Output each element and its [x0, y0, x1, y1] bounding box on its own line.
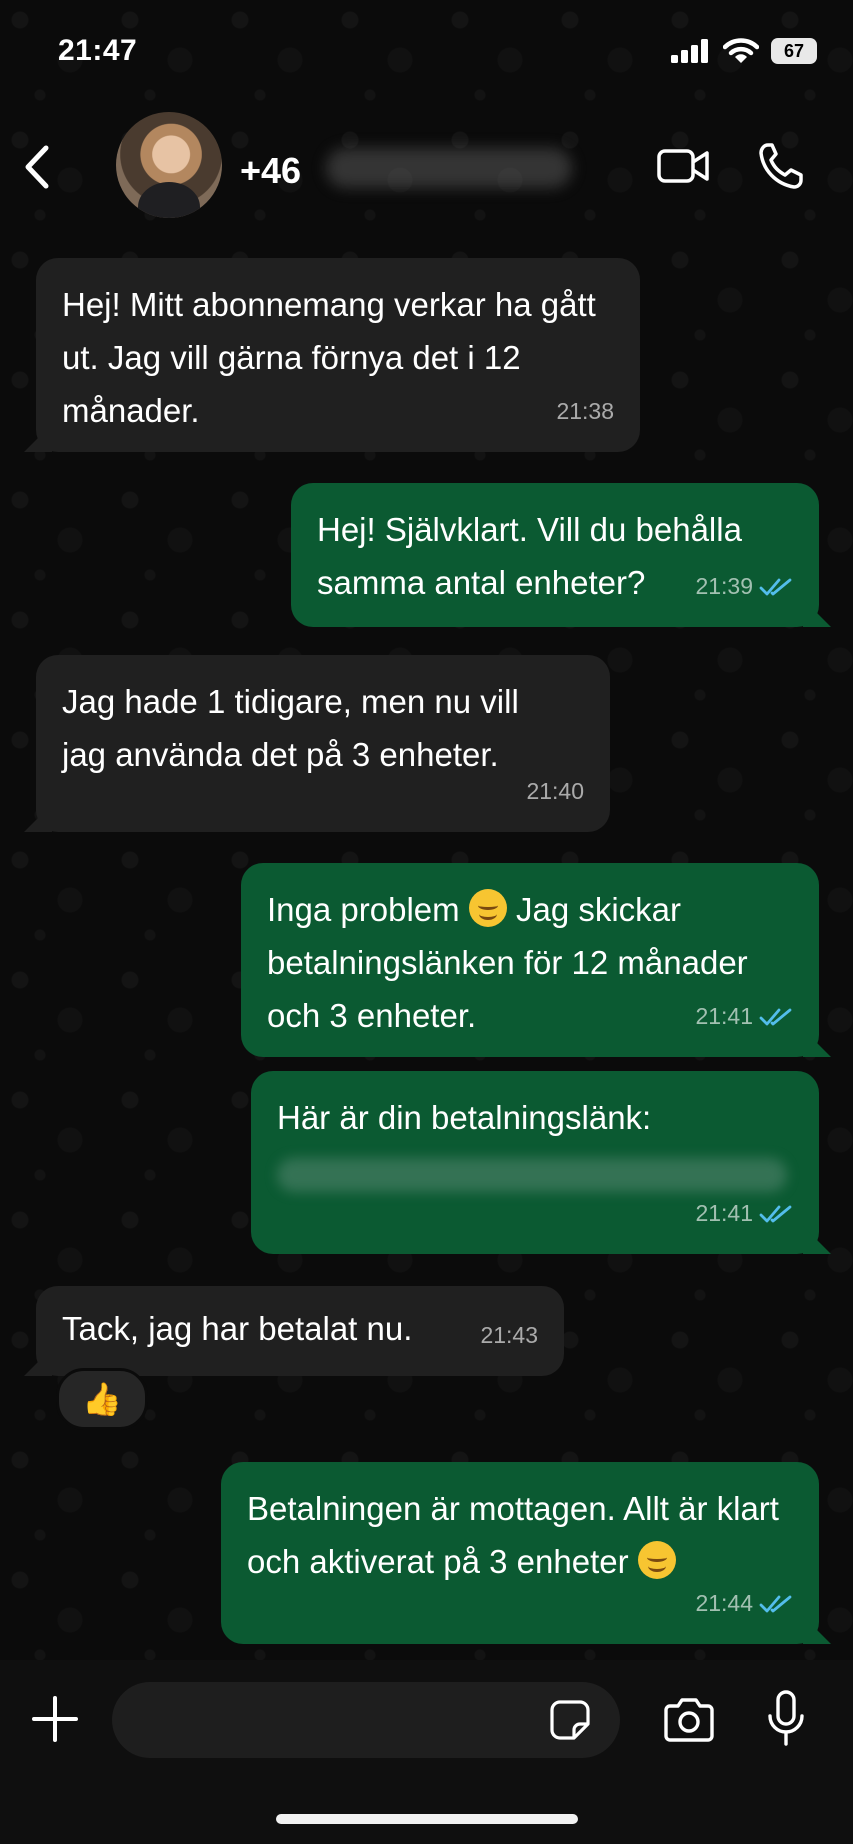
message-bubble-outgoing[interactable]: Betalningen är mottagen. Allt är klart o… — [221, 1462, 819, 1644]
home-indicator[interactable] — [276, 1814, 578, 1824]
message-text: Betalningen är mottagen. Allt är klart o… — [247, 1490, 779, 1580]
microphone-button[interactable] — [766, 1690, 806, 1748]
message-time: 21:39 — [695, 560, 793, 613]
wifi-icon — [723, 38, 759, 63]
back-button[interactable] — [18, 142, 58, 192]
read-receipt-icon — [759, 1595, 792, 1612]
contact-avatar[interactable] — [116, 112, 222, 218]
message-text: Här är din betalningslänk: — [277, 1099, 652, 1136]
message-time: 21:38 — [556, 398, 614, 424]
message-bubble-incoming[interactable]: Hej! Mitt abonnemang verkar ha gått ut. … — [36, 258, 640, 452]
message-time: 21:41 — [695, 1187, 793, 1240]
sticker-button[interactable] — [550, 1700, 590, 1740]
redacted-phone-number — [326, 148, 572, 188]
status-icons: 67 — [671, 38, 817, 64]
contact-name[interactable]: +46 — [240, 150, 301, 192]
message-time: 21:43 — [480, 1322, 538, 1348]
message-text: Tack, jag har betalat nu. — [62, 1310, 413, 1347]
attach-plus-button[interactable] — [32, 1696, 78, 1742]
message-bubble-outgoing[interactable]: Hej! Självklart. Vill du behålla samma a… — [291, 483, 819, 627]
status-time: 21:47 — [58, 34, 138, 67]
smiling-face-emoji — [468, 889, 507, 927]
voice-call-button[interactable] — [758, 142, 804, 190]
message-bubble-outgoing[interactable]: Här är din betalningslänk: 21:41 — [251, 1071, 819, 1254]
message-text: Hej! Mitt abonnemang verkar ha gått ut. … — [62, 286, 596, 429]
message-bubble-outgoing[interactable]: Inga problem Jag skickar betalningslänke… — [241, 863, 819, 1057]
message-time: 21:44 — [695, 1577, 793, 1630]
message-text: Hej! Självklart. Vill du behålla samma a… — [317, 511, 742, 601]
smiling-face-emoji — [637, 1541, 676, 1579]
thumbs-up-reaction[interactable]: 👍 — [56, 1368, 148, 1430]
message-bubble-incoming[interactable]: Tack, jag har betalat nu. 21:43 — [36, 1286, 564, 1376]
message-time: 21:40 — [526, 778, 584, 804]
cellular-signal-icon — [671, 39, 708, 63]
battery-icon: 67 — [771, 38, 817, 64]
message-input[interactable] — [112, 1682, 620, 1758]
message-time: 21:41 — [695, 990, 793, 1043]
video-call-button[interactable] — [656, 146, 710, 186]
read-receipt-icon — [759, 1205, 792, 1222]
camera-button[interactable] — [662, 1698, 716, 1742]
message-bubble-incoming[interactable]: Jag hade 1 tidigare, men nu vill jag anv… — [36, 655, 610, 832]
message-text: Jag hade 1 tidigare, men nu vill jag anv… — [62, 683, 519, 773]
read-receipt-icon — [759, 578, 792, 595]
message-text: Inga problem — [267, 891, 469, 928]
read-receipt-icon — [759, 1008, 792, 1025]
